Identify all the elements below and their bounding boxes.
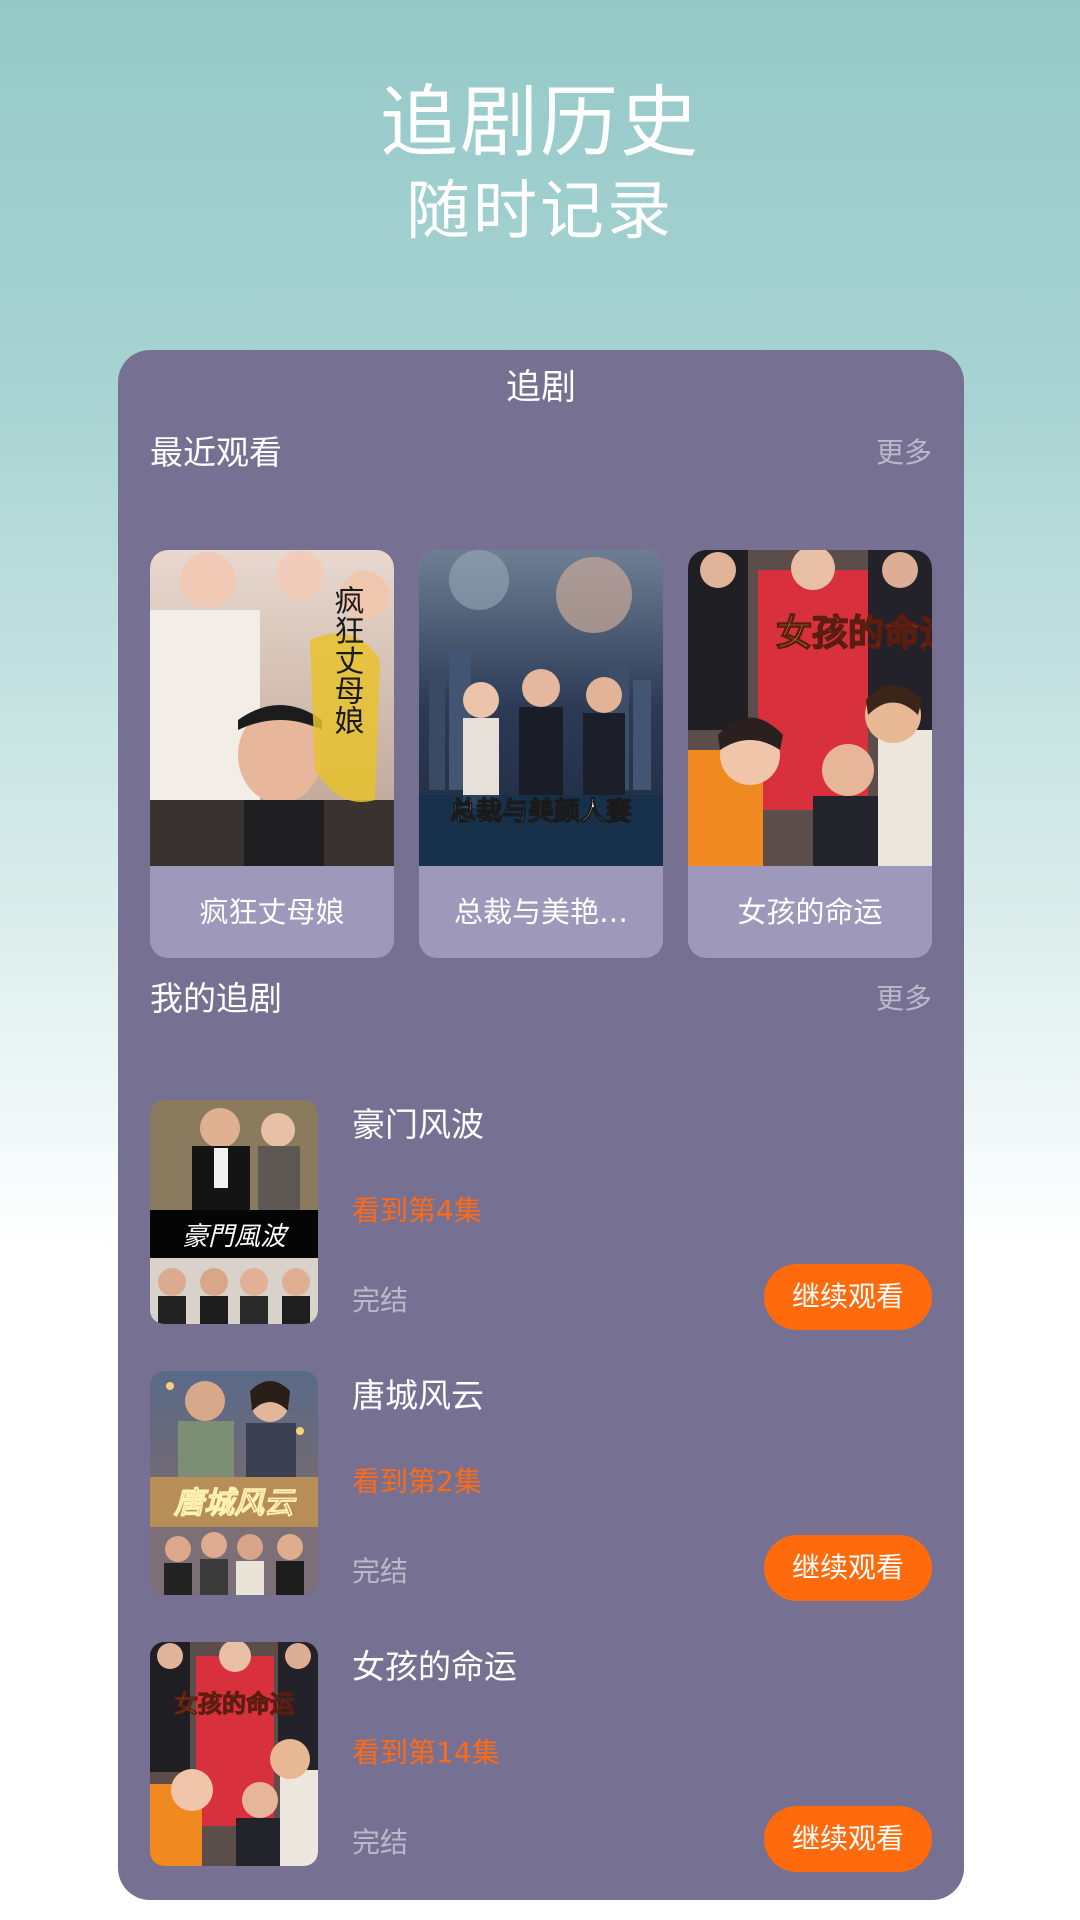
watch-history-panel: 追剧 最近观看 更多 疯狂丈母娘 疯狂丈母娘 总裁与美颜人妻 总裁与美艳… 女孩… [118, 350, 964, 1900]
recent-cover-image: 总裁与美颜人妻 [419, 550, 663, 866]
drama-cover-image: 豪門風波 [150, 1100, 318, 1324]
recent-card[interactable]: 女孩的命运 女孩的命运 [688, 550, 932, 958]
drama-status: 完结 [352, 1284, 409, 1317]
drama-title: 豪门风波 [352, 1105, 484, 1144]
drama-title: 女孩的命运 [352, 1647, 517, 1686]
drama-list-item[interactable]: 豪門風波 豪门风波 看到第4集 完结 继续观看 [150, 1100, 932, 1330]
drama-progress: 看到第2集 [352, 1465, 482, 1498]
continue-watching-button[interactable]: 继续观看 [764, 1535, 932, 1601]
drama-cover-text: 豪門風波 [182, 1222, 290, 1251]
drama-progress: 看到第4集 [352, 1194, 482, 1227]
drama-list-item[interactable]: 女孩的命运 女孩的命运 看到第14集 完结 继续观看 [150, 1642, 932, 1872]
recent-card[interactable]: 疯狂丈母娘 疯狂丈母娘 [150, 550, 394, 958]
recent-more-link[interactable]: 更多 [876, 428, 932, 478]
drama-cover-image: 女孩的命运 [150, 1642, 318, 1866]
recent-card-title: 疯狂丈母娘 [199, 895, 345, 929]
recent-cover-text: 总裁与美颜人妻 [450, 796, 632, 827]
recent-list: 疯狂丈母娘 疯狂丈母娘 总裁与美颜人妻 总裁与美艳… 女孩的命 女孩的命运 [150, 550, 932, 958]
recent-cover-image: 疯狂丈母娘 [150, 550, 394, 866]
my-dramas-more-link[interactable]: 更多 [876, 974, 932, 1024]
drama-status: 完结 [352, 1555, 409, 1588]
my-dramas-section-title: 我的追剧 [150, 979, 282, 1018]
drama-status: 完结 [352, 1826, 409, 1859]
recent-cover-text: 女孩的命运 [776, 612, 932, 654]
drama-list-item[interactable]: 唐城风云 唐城风云 看到第2集 完结 继续观看 [150, 1371, 932, 1601]
recent-card-title: 总裁与美艳… [453, 895, 628, 929]
drama-cover-text: 女孩的命运 [174, 1690, 294, 1718]
hero-title: 追剧历史 [379, 78, 700, 168]
recent-cover-text: 疯狂丈母娘 [330, 585, 365, 735]
drama-progress: 看到第14集 [352, 1736, 500, 1769]
drama-title: 唐城风云 [352, 1376, 484, 1415]
recent-section-title: 最近观看 [150, 433, 282, 472]
hero-subtitle: 随时记录 [406, 175, 674, 249]
recent-card-title: 女孩的命运 [737, 895, 883, 929]
continue-watching-button[interactable]: 继续观看 [764, 1264, 932, 1330]
panel-title: 追剧 [505, 368, 576, 408]
drama-cover-text: 唐城风云 [173, 1486, 297, 1520]
recent-card[interactable]: 总裁与美颜人妻 总裁与美艳… [419, 550, 663, 958]
continue-watching-button[interactable]: 继续观看 [764, 1806, 932, 1872]
recent-section-header: 最近观看 更多 [150, 428, 932, 478]
recent-cover-image: 女孩的命运 [688, 550, 932, 866]
my-dramas-section-header: 我的追剧 更多 [150, 974, 932, 1024]
drama-cover-image: 唐城风云 [150, 1371, 318, 1595]
